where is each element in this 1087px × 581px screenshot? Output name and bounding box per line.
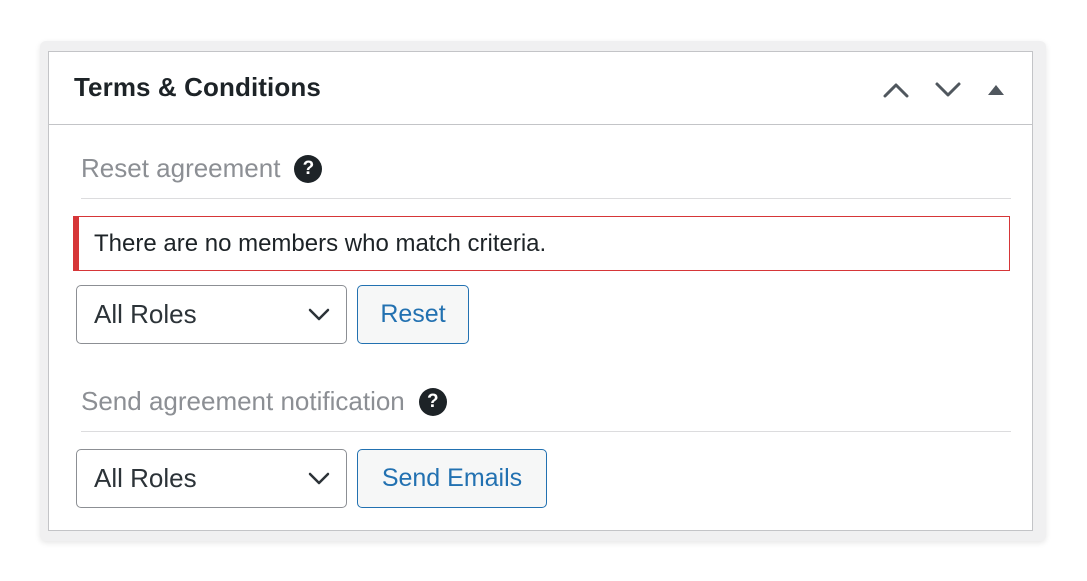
panel-header: Terms & Conditions [49, 52, 1032, 125]
reset-role-select-value: All Roles [94, 299, 197, 329]
send-notification-label: Send agreement notification [81, 386, 405, 416]
triangle-up-icon [988, 85, 1004, 95]
toggle-panel-button[interactable] [974, 74, 1018, 106]
chevron-down-icon [308, 472, 330, 485]
send-help-icon[interactable]: ? [418, 387, 447, 416]
move-down-button[interactable] [922, 74, 974, 106]
reset-button[interactable]: Reset [357, 285, 469, 344]
move-up-button[interactable] [870, 74, 922, 106]
error-notice-text: There are no members who match criteria. [94, 230, 547, 257]
send-role-select-value: All Roles [94, 463, 197, 493]
send-divider [81, 431, 1011, 432]
panel-header-actions [870, 74, 1018, 106]
reset-agreement-heading: Reset agreement ? [81, 153, 323, 184]
error-notice: There are no members who match criteria. [73, 216, 1010, 271]
send-role-select[interactable]: All Roles [76, 449, 347, 508]
terms-conditions-panel: Terms & Conditions Reset agreement ? The… [48, 51, 1033, 531]
send-notification-heading: Send agreement notification ? [81, 386, 447, 417]
panel-title: Terms & Conditions [74, 72, 321, 102]
reset-role-select[interactable]: All Roles [76, 285, 347, 344]
send-emails-button[interactable]: Send Emails [357, 449, 547, 508]
reset-divider [81, 198, 1011, 199]
chevron-down-icon [935, 82, 961, 97]
chevron-up-icon [883, 83, 909, 98]
reset-help-icon[interactable]: ? [294, 154, 323, 183]
chevron-down-icon [308, 308, 330, 321]
reset-agreement-label: Reset agreement [81, 153, 281, 183]
